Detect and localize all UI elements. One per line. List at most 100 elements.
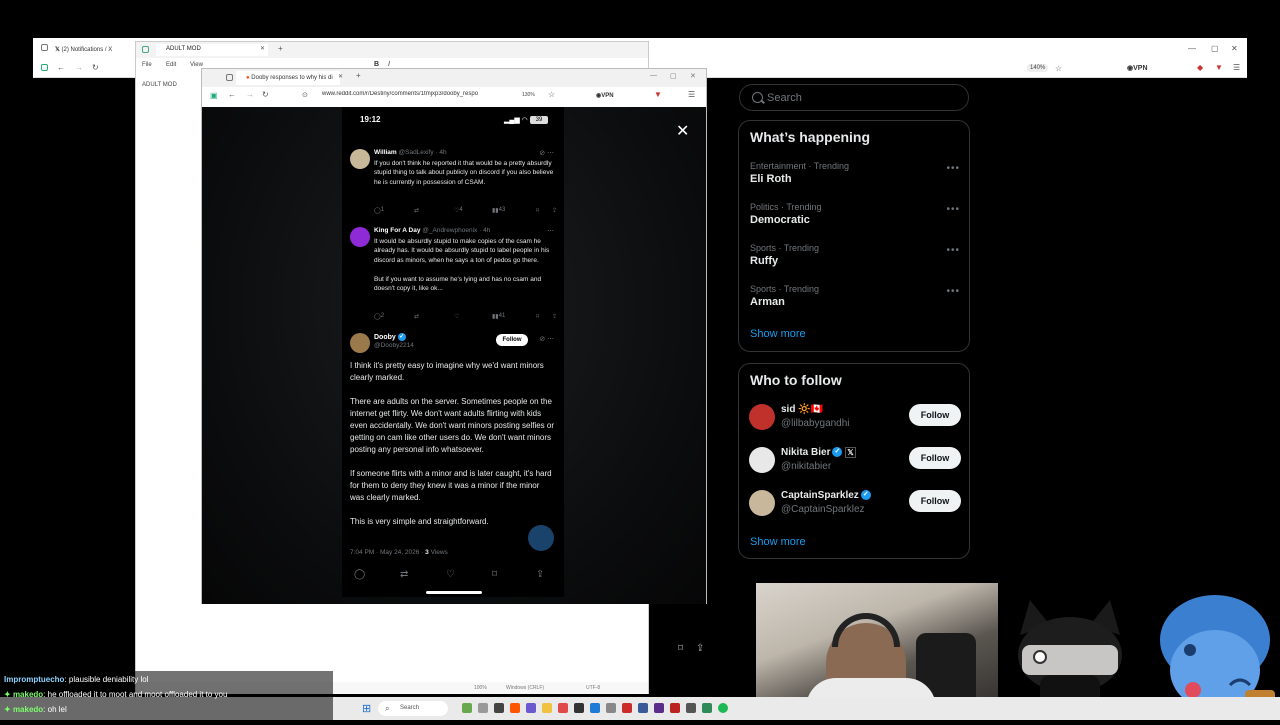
follow-suggestion[interactable]: CaptainSparklez ✓ @CaptainSparklez Follow: [749, 488, 961, 522]
reply-icon[interactable]: ◯: [354, 569, 365, 580]
obs-icon[interactable]: [670, 703, 680, 713]
more-options-icon[interactable]: •••: [946, 245, 960, 256]
brave-shield-icon[interactable]: ▼: [654, 90, 662, 99]
share-icon[interactable]: ⇪: [552, 313, 557, 320]
bookmark-star-icon[interactable]: ☆: [1055, 64, 1062, 73]
terminal-icon[interactable]: [494, 703, 504, 713]
maximize-icon[interactable]: ▢: [1211, 44, 1219, 53]
new-tab-icon[interactable]: +: [278, 44, 283, 53]
follow-show-more-link[interactable]: Show more: [750, 536, 806, 548]
windows-start-icon[interactable]: ⊞: [362, 702, 371, 715]
close-tab-icon[interactable]: ✕: [338, 73, 343, 80]
follow-button[interactable]: Follow: [909, 447, 961, 469]
menu-icon[interactable]: ☰: [1233, 63, 1240, 72]
share-icon[interactable]: ⇪: [552, 207, 557, 214]
close-tab-icon[interactable]: ✕: [260, 45, 265, 52]
notepad-icon[interactable]: [574, 703, 584, 713]
more-options-icon[interactable]: •••: [946, 204, 960, 215]
trends-show-more-link[interactable]: Show more: [750, 328, 806, 340]
bookmark-icon[interactable]: ⌑: [492, 569, 497, 580]
menu-edit[interactable]: Edit: [166, 62, 176, 68]
share-icon[interactable]: ⇪: [536, 569, 544, 580]
like-icon[interactable]: ♡ 4: [454, 207, 463, 214]
youtube-icon[interactable]: [622, 703, 632, 713]
follow-button[interactable]: Follow: [909, 490, 961, 512]
more-options-icon[interactable]: ⊘ ⋯: [539, 149, 554, 157]
reply-tweet[interactable]: William @SadLexify · 4h ⊘ ⋯ If you don't…: [350, 149, 558, 219]
more-options-icon[interactable]: •••: [946, 286, 960, 297]
trend-item[interactable]: Sports · Trending Arman •••: [750, 284, 960, 324]
minimize-icon[interactable]: —: [1188, 44, 1196, 53]
menu-icon[interactable]: ☰: [688, 90, 695, 99]
trend-item[interactable]: Politics · Trending Democratic •••: [750, 202, 960, 242]
forward-icon[interactable]: →: [75, 63, 83, 72]
brave-shield-icon[interactable]: ▼: [1215, 63, 1223, 72]
sidebar-icon[interactable]: ▣: [210, 91, 218, 100]
close-icon[interactable]: ✕: [1231, 44, 1238, 53]
tab-actions-icon[interactable]: [41, 44, 48, 51]
new-tab-icon[interactable]: +: [356, 71, 361, 80]
reddit-tab[interactable]: ● Dooby responses to why his di: [236, 71, 340, 85]
task-view-icon[interactable]: [478, 703, 488, 713]
widgets-icon[interactable]: [462, 703, 472, 713]
forward-icon[interactable]: →: [246, 90, 254, 99]
like-icon[interactable]: ♡: [446, 569, 455, 580]
grok-floating-button[interactable]: [528, 525, 554, 551]
spotify-icon[interactable]: [718, 703, 728, 713]
menu-file[interactable]: File: [142, 62, 152, 68]
edge-icon[interactable]: [590, 703, 600, 713]
opera-icon[interactable]: [558, 703, 568, 713]
trend-item[interactable]: Sports · Trending Ruffy •••: [750, 243, 960, 283]
back-icon[interactable]: ←: [228, 90, 236, 99]
share-icon[interactable]: ⇪: [696, 643, 704, 654]
x-zoom-badge[interactable]: 140%: [1027, 64, 1049, 72]
follow-button[interactable]: Follow: [496, 334, 528, 346]
settings-icon[interactable]: [606, 703, 616, 713]
maximize-icon[interactable]: ▢: [670, 72, 677, 80]
extension-icon[interactable]: ◆: [1197, 63, 1203, 72]
editor-tab[interactable]: ADULT MOD: [156, 44, 268, 56]
retweet-icon[interactable]: ⇄: [414, 313, 419, 320]
reddit-zoom-badge[interactable]: 130%: [522, 92, 535, 98]
x-browser-tab[interactable]: 𝕏 (2) Notifications / X: [55, 42, 112, 58]
vpn-badge[interactable]: ◉VPN: [596, 92, 614, 99]
italic-icon[interactable]: I: [388, 61, 390, 68]
views-icon[interactable]: ▮▮ 41: [492, 313, 505, 320]
brave-icon[interactable]: [510, 703, 520, 713]
like-icon[interactable]: ♡: [454, 313, 459, 320]
more-options-icon[interactable]: ⋯: [547, 227, 554, 235]
reply-icon[interactable]: ◯ 1: [374, 207, 384, 214]
tab-actions-icon[interactable]: [226, 74, 233, 81]
more-options-icon[interactable]: ⊘ ⋯: [539, 335, 554, 343]
calculator-icon[interactable]: [702, 703, 712, 713]
reload-icon[interactable]: ↻: [92, 63, 99, 72]
retweet-icon[interactable]: ⇄: [400, 569, 408, 580]
bookmark-star-icon[interactable]: ☆: [548, 90, 555, 99]
bold-icon[interactable]: B: [374, 61, 379, 68]
reddit-address-bar[interactable]: www.reddit.com/r/Destiny/comments/1tmjxp…: [322, 91, 552, 103]
more-options-icon[interactable]: •••: [946, 163, 960, 174]
back-icon[interactable]: ←: [57, 63, 65, 72]
folder-icon[interactable]: [542, 703, 552, 713]
vpn-badge[interactable]: ◉VPN: [1127, 64, 1148, 72]
bookmark-icon[interactable]: ⌑: [678, 643, 683, 654]
trend-item[interactable]: Entertainment · Trending Eli Roth •••: [750, 161, 960, 201]
close-viewer-button[interactable]: ✕: [676, 121, 689, 141]
discord-icon[interactable]: [526, 703, 536, 713]
minimize-icon[interactable]: —: [650, 72, 657, 79]
close-icon[interactable]: ✕: [690, 72, 696, 80]
follow-suggestion[interactable]: sid 🔆🇨🇦 @lilbabygandhi Follow: [749, 402, 961, 436]
views-icon[interactable]: ▮▮ 43: [492, 207, 505, 214]
reload-icon[interactable]: ↻: [262, 90, 269, 99]
retweet-icon[interactable]: ⇄: [414, 207, 419, 214]
bookmark-icon[interactable]: ⌑: [536, 207, 539, 214]
follow-button[interactable]: Follow: [909, 404, 961, 426]
app-icon[interactable]: [638, 703, 648, 713]
app-icon[interactable]: [686, 703, 696, 713]
site-info-icon[interactable]: ⊙: [302, 91, 308, 99]
app-icon[interactable]: [654, 703, 664, 713]
reply-icon[interactable]: ◯ 2: [374, 313, 384, 320]
sidebar-icon[interactable]: [41, 64, 48, 71]
x-search-box[interactable]: Search: [739, 84, 969, 111]
follow-suggestion[interactable]: Nikita Bier ✓ 𝕏 @nikitabier Follow: [749, 445, 961, 479]
